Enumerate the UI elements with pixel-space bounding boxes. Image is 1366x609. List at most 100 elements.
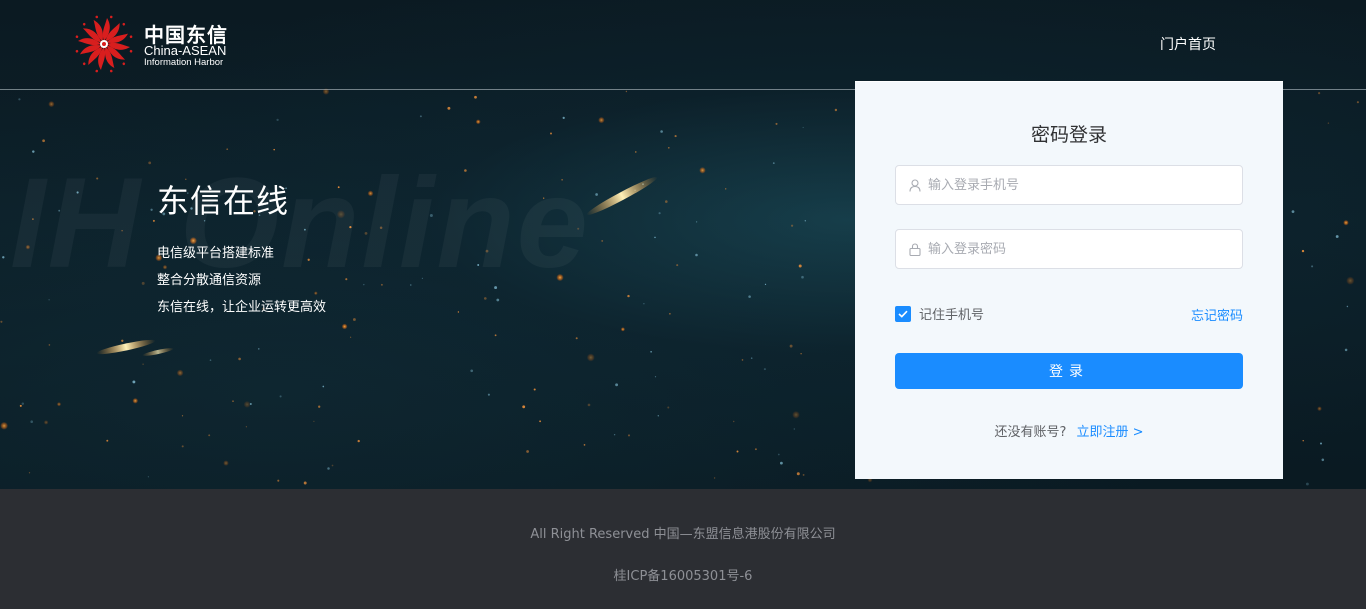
ember-particle (796, 472, 800, 476)
ember-particle (1346, 305, 1349, 308)
ember-particle (357, 439, 360, 443)
ember-particle (487, 393, 490, 396)
phone-input[interactable] (928, 166, 1242, 204)
ember-particle (732, 420, 735, 423)
login-button[interactable]: 登录 (895, 353, 1243, 389)
register-link[interactable]: 立即注册 > (1077, 425, 1144, 440)
ember-particle (676, 264, 679, 267)
ember-particle (419, 115, 422, 118)
ember-particle (327, 467, 330, 470)
ember-particle (349, 336, 352, 338)
ember-particle (447, 106, 451, 110)
register-prompt: 还没有账号? (994, 425, 1067, 440)
logo-english-subtitle: Information Harbor (144, 57, 224, 68)
ember-particle (18, 98, 21, 101)
ember-particle (1317, 406, 1322, 412)
ember-particle (643, 303, 645, 305)
login-title: 密码登录 (1030, 124, 1107, 146)
ember-particle (804, 220, 806, 222)
nav-portal-home-link[interactable]: 门户首页 (1160, 34, 1216, 54)
remember-phone-checkbox[interactable] (895, 305, 911, 322)
ember-particle (494, 334, 497, 337)
ember-particle (533, 388, 536, 391)
ember-particle (232, 400, 234, 402)
user-icon (908, 178, 922, 192)
password-input[interactable] (928, 230, 1242, 268)
password-field[interactable] (895, 229, 1243, 269)
register-row: 还没有账号? 立即注册 > (855, 421, 1283, 440)
ember-particle (736, 450, 739, 453)
ember-particle (0, 320, 3, 323)
ember-particle (1319, 442, 1323, 445)
ember-particle (1305, 482, 1309, 486)
ember-particle (713, 477, 716, 479)
ember-particle (658, 212, 661, 215)
ember-particle (748, 295, 751, 298)
ember-particle (654, 236, 656, 239)
ember-particle (627, 434, 631, 437)
company-logo[interactable]: 中国东信 China-ASEAN Information Harbor (74, 14, 244, 74)
ember-particle (19, 404, 22, 407)
ember-particle (800, 353, 802, 355)
ember-particle (665, 200, 668, 203)
ember-particle (277, 479, 280, 482)
ember-particle (695, 221, 698, 223)
ember-particle (586, 353, 595, 362)
ember-particle (331, 464, 334, 467)
ember-particle (801, 275, 804, 279)
remember-phone-option[interactable]: 记住手机号 (895, 304, 984, 323)
ember-particle (1318, 92, 1321, 95)
ember-particle (539, 420, 542, 423)
ember-particle (457, 311, 460, 313)
ember-particle (660, 130, 663, 133)
ember-particle (598, 116, 605, 124)
ember-particle (764, 283, 767, 286)
ember-particle (587, 403, 591, 407)
ember-particle (583, 444, 586, 446)
ember-particle (1301, 249, 1305, 253)
ember-particle (21, 402, 25, 405)
ember-particle (279, 395, 282, 398)
ember-particle (303, 481, 307, 485)
promo-tagline: 电信级平台搭建标准 (157, 246, 275, 261)
promo-tagline: 东信在线，让企业运转更高效 (157, 300, 327, 315)
ember-particle (181, 445, 184, 448)
ember-particle (741, 359, 744, 361)
login-panel: 密码登录 记住手机号 忘记密码 登录 还没有账号? 立即注册 (855, 81, 1283, 479)
ember-particle (245, 426, 248, 428)
ember-particle (147, 476, 149, 478)
ember-particle (669, 312, 671, 315)
ember-particle (249, 402, 252, 406)
ember-particle (763, 368, 766, 371)
ember-particle (209, 359, 212, 361)
remember-phone-label: 记住手机号 (919, 308, 985, 323)
promo-tagline: 整合分散通信资源 (157, 273, 262, 288)
ember-particle (475, 119, 481, 125)
ember-particle (601, 239, 604, 242)
ember-particle (674, 135, 677, 138)
ember-particle (1327, 122, 1330, 124)
ember-particle (725, 188, 727, 190)
ember-particle (595, 193, 598, 196)
ember-particle (313, 420, 315, 423)
ember-particle (575, 337, 578, 340)
ember-particle (695, 253, 698, 257)
ember-particle (132, 380, 136, 384)
phone-field[interactable] (895, 165, 1243, 205)
ember-particle (208, 434, 211, 437)
ember-particle (790, 224, 794, 227)
ember-particle (754, 448, 757, 451)
logo-english-name: China-ASEAN (144, 43, 227, 58)
ember-particle (1343, 219, 1349, 226)
ember-particle (238, 357, 241, 361)
ember-particle (613, 434, 616, 436)
icp-license-text: 桂ICP备16005301号-6 (613, 569, 753, 584)
ember-particle (496, 298, 500, 302)
ember-particle (258, 348, 260, 350)
forgot-password-link[interactable]: 忘记密码 (1191, 305, 1243, 324)
ember-particle (1321, 458, 1325, 462)
promo-tagline-list: 电信级平台搭建标准 整合分散通信资源 东信在线，让企业运转更高效 (157, 240, 326, 321)
ember-particle (42, 139, 45, 143)
ember-particle (48, 299, 50, 301)
ember-particle (550, 132, 552, 135)
